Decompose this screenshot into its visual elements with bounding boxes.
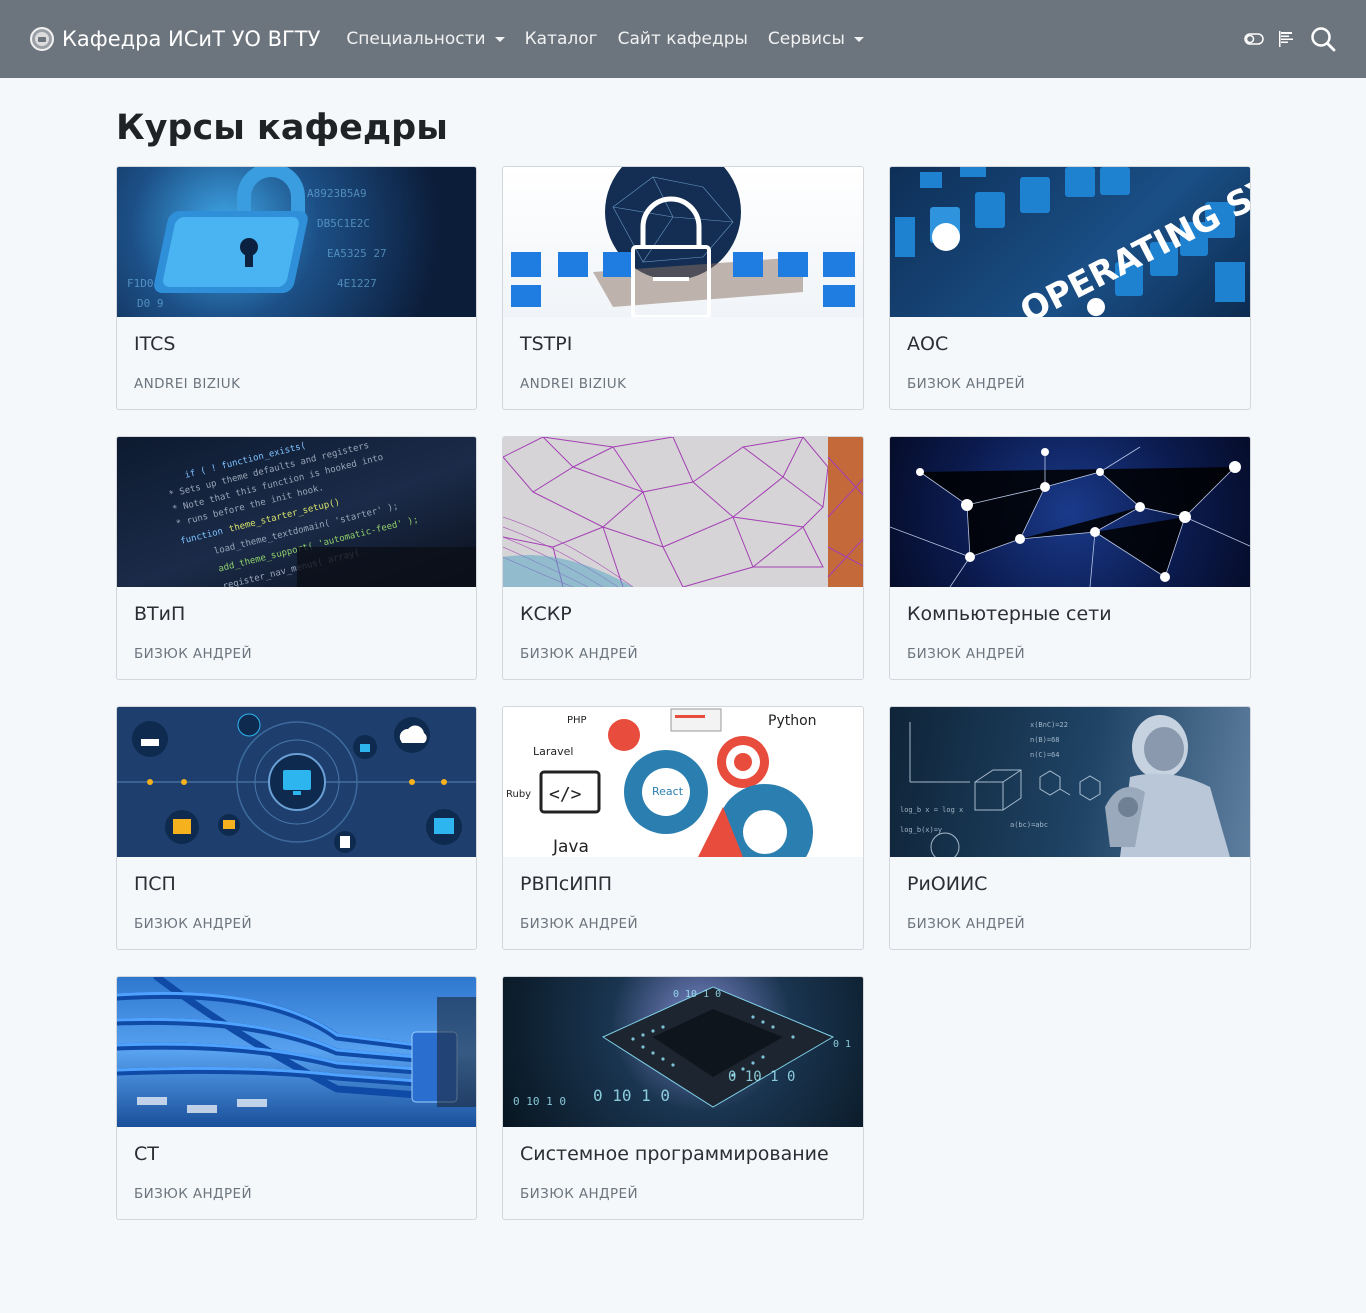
course-author: Бизюк Андрей [907, 646, 1025, 662]
course-author: Бизюк Андрей [907, 916, 1025, 932]
svg-text:a(bc)=abc: a(bc)=abc [1010, 821, 1048, 829]
svg-text:0 10 1 0: 0 10 1 0 [513, 1095, 566, 1108]
php-label: PHP [567, 715, 587, 726]
network-icons-image [117, 707, 476, 857]
course-title: СТ [134, 1143, 159, 1165]
course-author: Бизюк Андрей [134, 1186, 252, 1202]
svg-text:n(B)=68: n(B)=68 [1030, 736, 1060, 744]
course-card[interactable]: Компьютерные сети Бизюк Андрей [889, 436, 1251, 680]
main-nav: Специальности Каталог Сайт кафедры Серви… [336, 29, 873, 49]
mesh-image [503, 437, 863, 587]
chevron-down-icon [853, 36, 864, 42]
svg-text:0 10 1 0: 0 10 1 0 [728, 1069, 795, 1085]
course-title: ВТиП [134, 603, 186, 625]
java-label: Java [552, 837, 589, 857]
network-lock-image [503, 167, 863, 317]
svg-text:DB5C1E2C: DB5C1E2C [317, 217, 370, 230]
svg-text:EA5325 27: EA5325 27 [327, 247, 387, 260]
course-title: ITCS [134, 333, 176, 355]
course-author: Бизюк Андрей [520, 646, 638, 662]
course-card[interactable]: 0 10 1 0 0 10 1 0 0 10 1 0 0 10 1 0 0 1 Си… [502, 976, 864, 1220]
svg-text:n(C)=64: n(C)=64 [1030, 751, 1060, 759]
course-author: Бизюк Андрей [520, 1186, 638, 1202]
svg-text:log_b(x)=y: log_b(x)=y [900, 826, 942, 834]
language-icon[interactable] [1278, 30, 1296, 48]
course-card[interactable]: ПСП Бизюк Андрей [116, 706, 477, 950]
course-author: Бизюк Андрей [520, 916, 638, 932]
nav-item-label: Сервисы [767, 29, 845, 49]
course-title: РВПсИПП [520, 873, 613, 895]
svg-text:0 1: 0 1 [833, 1039, 851, 1050]
laravel-label: Laravel [533, 745, 573, 758]
programming-gears-image: PHP Python Laravel Ruby Java </> React [503, 707, 863, 857]
nav-item-label: Каталог [524, 29, 598, 49]
course-author: Бизюк Андрей [134, 916, 252, 932]
microchip-image: 0 10 1 0 0 10 1 0 0 10 1 0 0 10 1 0 0 1 [503, 977, 863, 1127]
course-card[interactable]: OPERATING SYSTEM АОС Бизюк Андрей [889, 166, 1251, 410]
ruby-label: Ruby [506, 789, 531, 800]
network-cables-image [117, 977, 476, 1127]
course-author: Бизюк Андрей [134, 646, 252, 662]
course-title: ПСП [134, 873, 176, 895]
svg-text:function: function [180, 527, 224, 547]
nav-item-specialties[interactable]: Специальности [336, 29, 514, 49]
course-card[interactable]: СТ Бизюк Андрей [116, 976, 477, 1220]
course-author: Бизюк Андрей [907, 376, 1025, 392]
python-label: Python [768, 713, 817, 729]
nav-item-catalog[interactable]: Каталог [515, 29, 608, 49]
svg-text:A8923B5A9: A8923B5A9 [307, 187, 367, 200]
svg-text:0 10 1 0: 0 10 1 0 [673, 989, 721, 1000]
chevron-down-icon [494, 36, 505, 42]
course-author: Andrei Biziuk [134, 376, 241, 392]
course-grid: A8923B5A9 DB5C1E2C EA5325 27 4E1227 F1D0 E4… [116, 166, 1251, 1220]
nav-item-label: Сайт кафедры [617, 29, 748, 49]
course-card[interactable]: PHP Python Laravel Ruby Java </> React Р… [502, 706, 864, 950]
page-title: Курсы кафедры [116, 108, 448, 148]
svg-text:x(B∩C)=22: x(B∩C)=22 [1030, 721, 1068, 729]
code-screen-image: if ( ! function_exists( * Sets up theme … [117, 437, 476, 587]
svg-text:D0 9: D0 9 [137, 297, 164, 310]
nav-item-department-site[interactable]: Сайт кафедры [608, 29, 758, 49]
course-card[interactable]: КСКР Бизюк Андрей [502, 436, 864, 680]
course-title: TSTPI [520, 333, 573, 355]
course-card[interactable]: TSTPI Andrei Biziuk [502, 166, 864, 410]
brand-link[interactable]: Кафедра ИСиТ УО ВГТУ [30, 27, 320, 51]
svg-text:4E1227: 4E1227 [337, 277, 377, 290]
theme-toggle-icon[interactable] [1244, 32, 1264, 46]
svg-text:log_b x = log x: log_b x = log x [900, 806, 963, 814]
course-title: КСКР [520, 603, 572, 625]
robot-formulas-image: x(B∩C)=22 n(B)=68 n(C)=64 log_b x = log x a… [890, 707, 1250, 857]
top-navbar: Кафедра ИСиТ УО ВГТУ Специальности Катал… [0, 0, 1366, 78]
operating-system-image: OPERATING SYSTEM [890, 167, 1250, 317]
network-nodes-image [890, 437, 1250, 587]
course-title: Компьютерные сети [907, 603, 1112, 625]
svg-text:</>: </> [549, 784, 582, 805]
svg-text:0 10 1 0: 0 10 1 0 [593, 1086, 670, 1105]
course-card[interactable]: x(B∩C)=22 n(B)=68 n(C)=64 log_b x = log x a… [889, 706, 1251, 950]
course-card[interactable]: if ( ! function_exists( * Sets up theme … [116, 436, 477, 680]
search-icon[interactable] [1310, 26, 1336, 52]
nav-item-label: Специальности [346, 29, 486, 49]
course-title: РиОИИС [907, 873, 988, 895]
nav-item-services[interactable]: Сервисы [758, 29, 874, 49]
padlock-data-image: A8923B5A9 DB5C1E2C EA5325 27 4E1227 F1D0 E4… [117, 167, 476, 317]
course-title: Системное программирование [520, 1143, 829, 1165]
react-label: React [652, 785, 684, 798]
navbar-actions [1244, 26, 1336, 52]
university-logo-icon [30, 27, 54, 51]
course-title: АОС [907, 333, 949, 355]
course-card[interactable]: A8923B5A9 DB5C1E2C EA5325 27 4E1227 F1D0 E4… [116, 166, 477, 410]
brand-title: Кафедра ИСиТ УО ВГТУ [62, 27, 321, 51]
course-author: Andrei Biziuk [520, 376, 627, 392]
